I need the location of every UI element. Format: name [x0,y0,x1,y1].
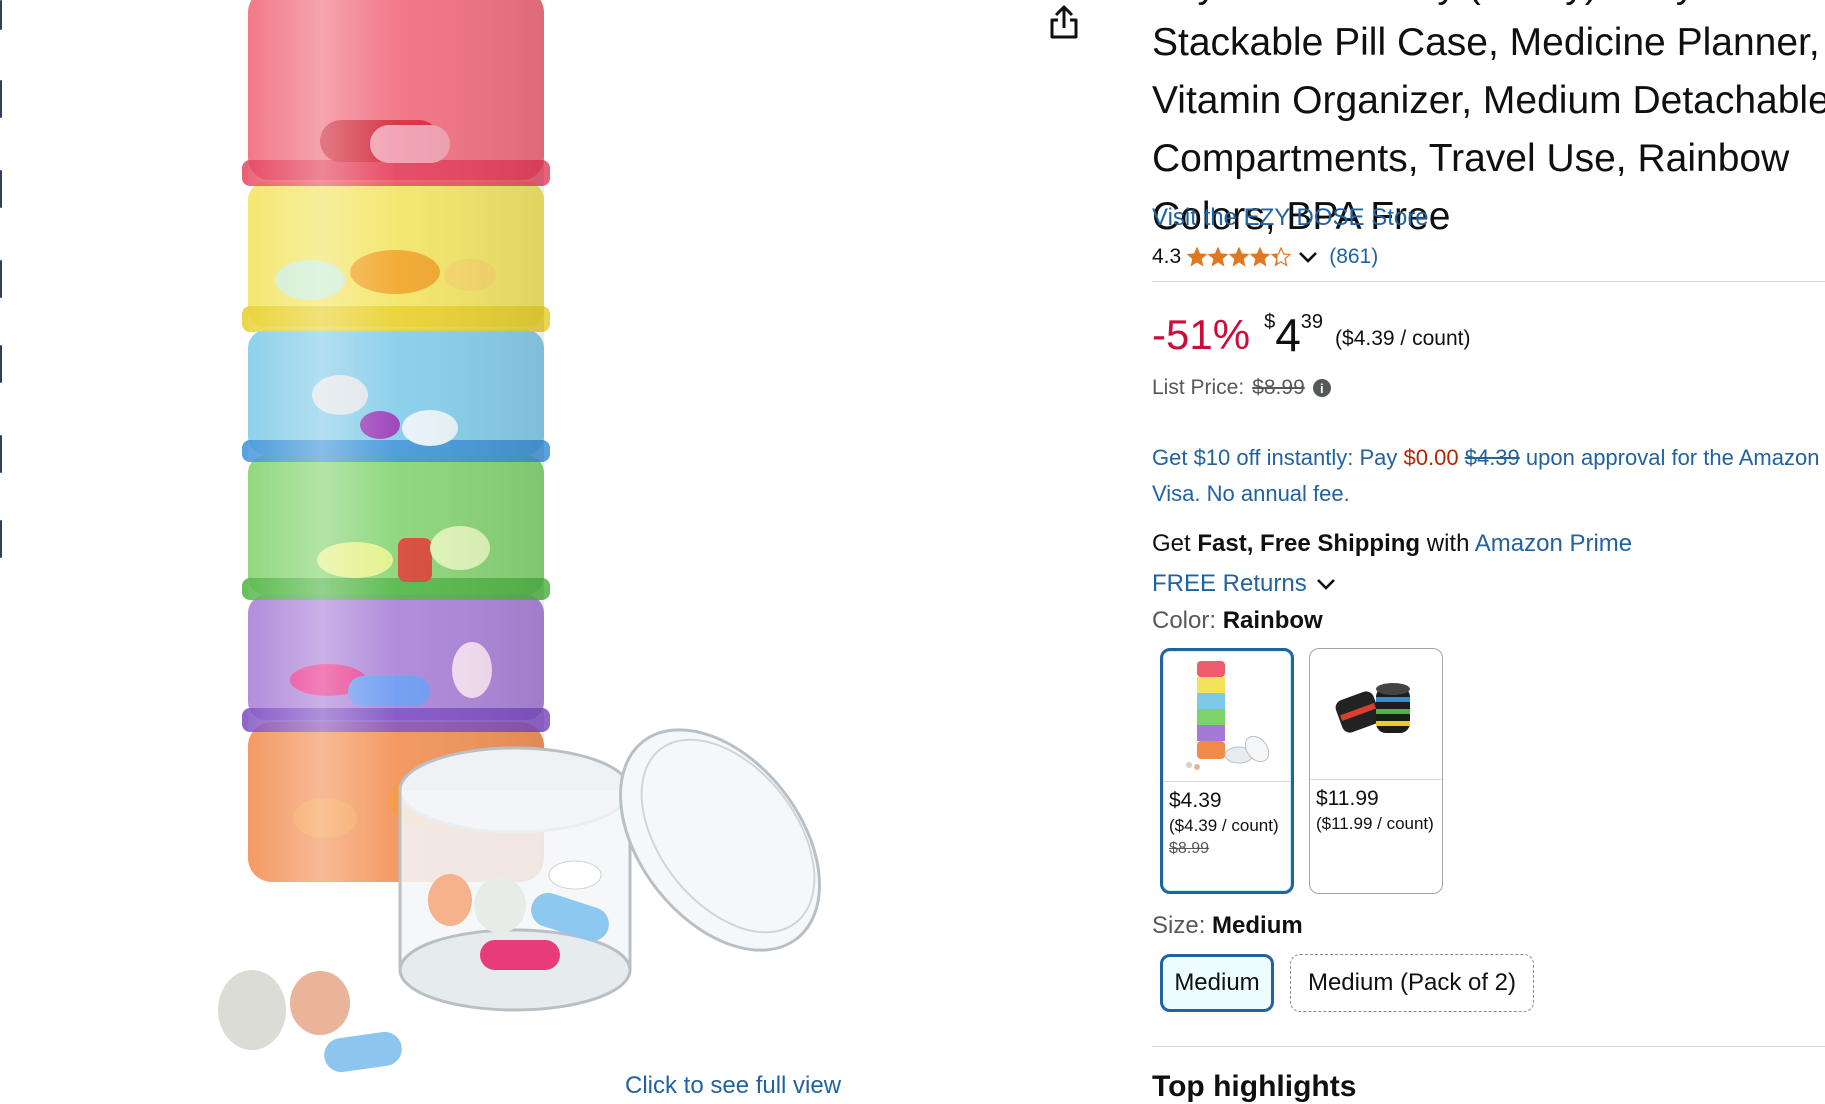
swatch-thumbnail-black [1310,649,1442,780]
pill-tower-illustration [218,0,821,1073]
credit-card-promo[interactable]: Get $10 off instantly: Pay $0.00 $4.39 u… [1152,440,1825,512]
star-icon [1250,247,1271,267]
swatch-list-price: $8.99 [1169,840,1210,857]
list-price: List Price: $8.99 i [1152,376,1331,400]
star-icon [1229,247,1250,267]
swatch-price: $11.99 [1316,787,1379,810]
amazon-prime-link[interactable]: Amazon Prime [1475,530,1632,557]
shipping-prefix: Get [1152,530,1191,557]
swatch-price: $4.39 [1169,789,1222,812]
view-full-image-link[interactable]: Click to see full view [625,1072,841,1100]
size-selected-value: Medium [1212,912,1303,939]
divider [1152,1046,1825,1047]
discount-percent: -51% [1152,311,1251,358]
size-option-medium[interactable]: Medium [1160,954,1274,1012]
thumbnail-7[interactable] [0,520,2,558]
shipping-middle: with [1426,530,1470,557]
divider [1152,281,1825,282]
rating-row[interactable]: 4.3 (861) [1152,245,1378,269]
swatch-unit-price: ($4.39 / count) [1169,816,1279,835]
thumbnail-4[interactable] [0,260,2,298]
promo-old-price: $4.39 [1464,445,1520,470]
store-link[interactable]: Visit the EZY DOSE Store [1152,204,1429,232]
list-price-label: List Price: [1152,376,1245,399]
info-icon[interactable]: i [1312,379,1331,397]
color-swatch-rainbow[interactable]: $4.39 ($4.39 / count) $8.99 [1160,648,1294,894]
rating-value: 4.3 [1152,245,1182,268]
free-returns-dropdown[interactable]: FREE Returns [1152,570,1337,598]
swatch-unit-price: ($11.99 / count) [1316,814,1434,833]
thumbnail-6[interactable] [0,435,2,473]
thumbnail-1[interactable] [0,0,2,30]
chevron-down-icon[interactable] [1297,249,1319,265]
price-whole: 4 [1275,309,1301,361]
promo-lead: Get $10 off instantly: Pay [1152,445,1398,470]
chevron-down-icon [1316,579,1335,590]
thumbnail-strip [0,0,10,560]
rating-count-link[interactable]: (861) [1329,245,1378,269]
rainbow-pill-tower-thumb [1186,661,1270,770]
share-button[interactable] [1040,0,1088,44]
price-fraction: 39 [1300,311,1324,333]
thumbnail-5[interactable] [0,345,2,383]
color-label: Color: Rainbow [1152,607,1323,634]
star-icon [1187,247,1208,267]
thumbnail-3[interactable] [0,170,2,208]
promo-new-price: $0.00 [1403,445,1459,470]
black-pill-case-thumb [1335,683,1410,733]
top-highlights-heading: Top highlights [1152,1070,1357,1103]
star-rating[interactable] [1187,247,1292,267]
swatch-thumbnail-rainbow [1163,651,1291,782]
list-price-value: $8.99 [1252,376,1305,399]
main-product-image[interactable]: Click to see full view [180,0,910,1099]
color-swatch-black[interactable]: $11.99 ($11.99 / count) [1309,648,1443,894]
shipping-info: Get Fast, Free Shipping with Amazon Prim… [1152,530,1632,558]
color-selected-value: Rainbow [1222,607,1323,634]
star-icon [1271,247,1292,267]
size-label: Size: Medium [1152,912,1303,939]
size-option-medium-pack-of-2[interactable]: Medium (Pack of 2) [1290,954,1534,1012]
free-returns-label: FREE Returns [1152,570,1307,597]
price-block: -51% $ 4 39 ($4.39 / count) [1152,308,1470,370]
thumbnail-2[interactable] [0,80,2,118]
share-icon [1050,5,1078,39]
price-per-unit: ($4.39 / count) [1335,327,1471,350]
price-currency: $ [1264,311,1276,333]
star-icon [1208,247,1229,267]
shipping-bold: Fast, Free Shipping [1197,530,1421,557]
